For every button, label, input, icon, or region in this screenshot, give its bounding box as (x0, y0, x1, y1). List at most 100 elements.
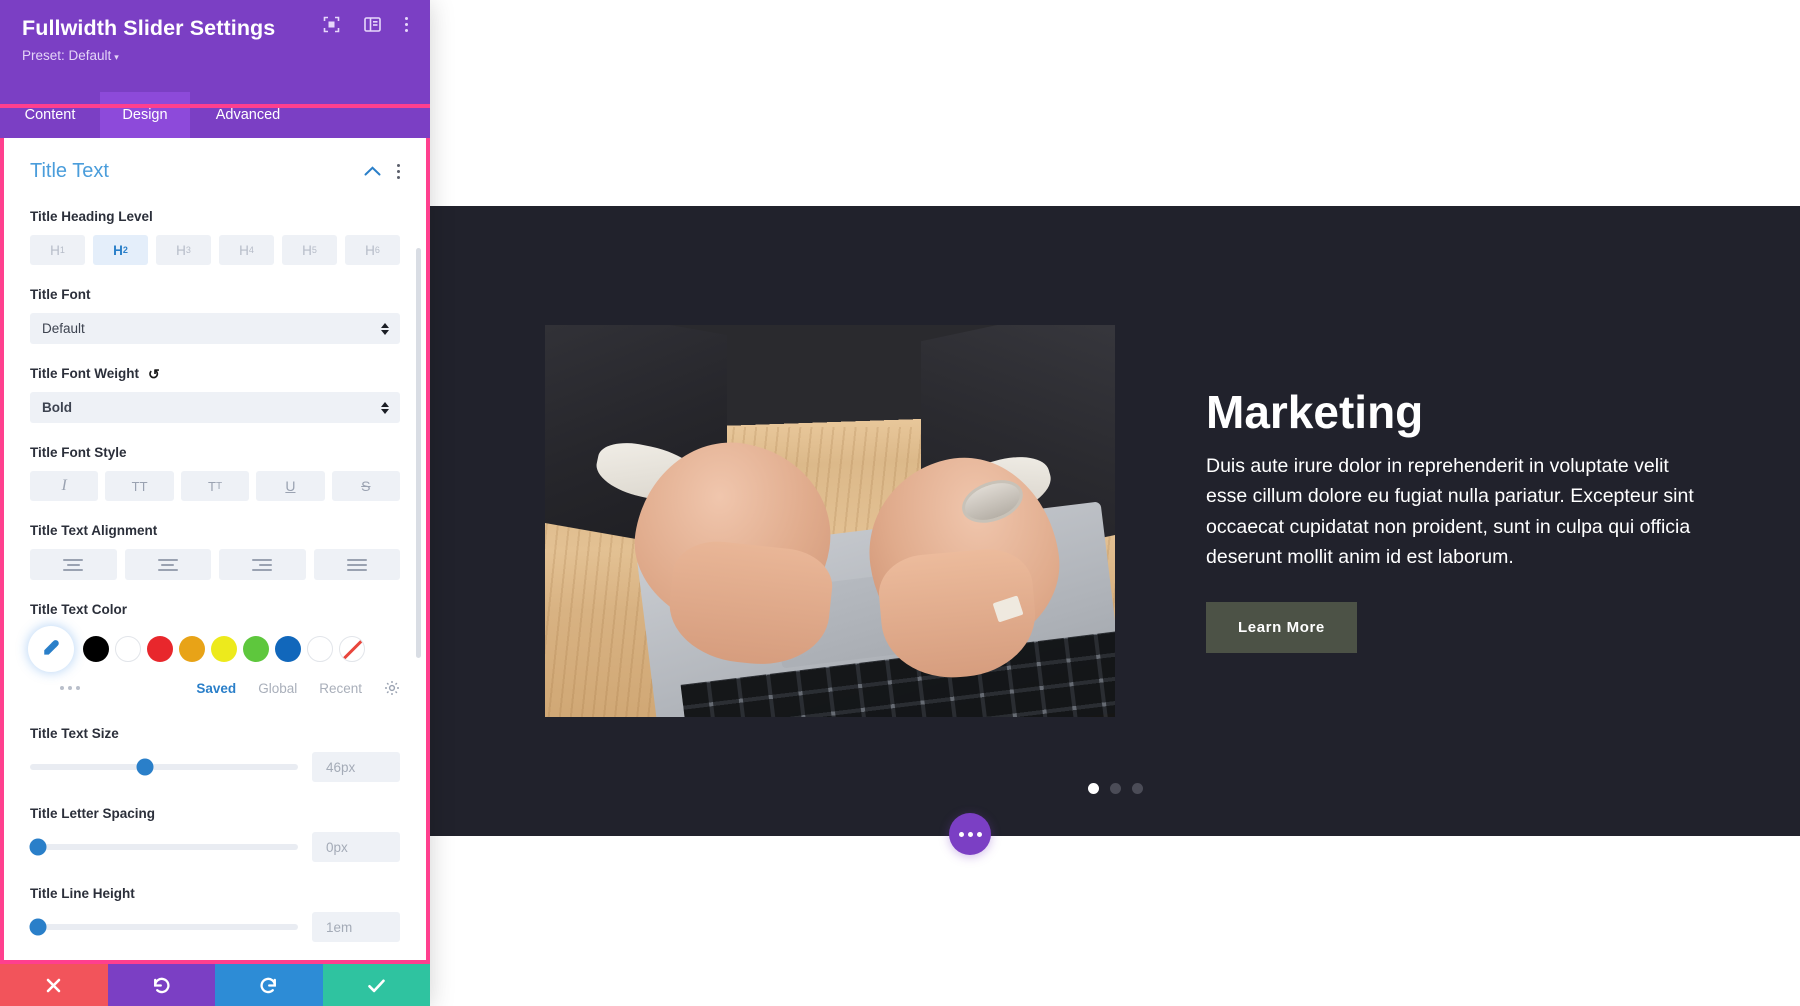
page-settings-fab[interactable] (949, 813, 991, 855)
eyedropper-icon[interactable] (30, 628, 72, 670)
heading-level-h5[interactable]: H5 (282, 235, 337, 265)
color-swatch-green[interactable] (243, 636, 269, 662)
color-swatch-yellow[interactable] (211, 636, 237, 662)
label-title-line-height: Title Line Height (30, 886, 135, 901)
preset-label: Preset: Default (22, 48, 112, 63)
title-text-section-header[interactable]: Title Text (30, 160, 400, 183)
kebab-menu-icon[interactable] (405, 17, 408, 32)
smallcaps-icon[interactable]: TT (180, 471, 250, 501)
slide-description: Duis aute irure dolor in reprehenderit i… (1206, 455, 1694, 568)
color-source-tabs: Saved Global Recent (196, 680, 400, 696)
tab-advanced[interactable]: Advanced (190, 92, 306, 138)
color-swatch-orange[interactable] (179, 636, 205, 662)
label-title-letter-spacing: Title Letter Spacing (30, 806, 156, 821)
color-swatch-blue[interactable] (275, 636, 301, 662)
label-text-title-font-weight: Title Font Weight (30, 366, 139, 381)
slider-pagination-dots[interactable] (430, 783, 1800, 794)
field-title-text-color: Title Text Color Saved Global Recent (30, 602, 400, 696)
learn-more-button[interactable]: Learn More (1206, 601, 1357, 653)
field-title-text-size: Title Text Size 46px (30, 726, 400, 782)
title-letter-spacing-value[interactable]: 0px (312, 832, 400, 862)
slide-text-column: Marketing Duis aute irure dolor in repre… (1150, 389, 1750, 653)
modal-tabs: Content Design Advanced (0, 92, 430, 138)
align-justify-icon[interactable] (313, 549, 400, 580)
title-text-size-knob[interactable] (136, 758, 154, 776)
field-title-text-alignment: Title Text Alignment (30, 523, 400, 580)
heading-level-h2[interactable]: H2 (93, 235, 148, 265)
modal-header: Fullwidth Slider Settings Preset: Defaul… (0, 0, 430, 92)
chevron-up-icon[interactable] (364, 163, 381, 181)
focus-frame-icon[interactable] (323, 16, 340, 33)
undo-button[interactable] (107, 964, 215, 1006)
strikethrough-icon[interactable]: S (331, 471, 401, 501)
title-line-height-knob[interactable] (29, 918, 47, 936)
preset-caret-icon: ▾ (114, 52, 119, 62)
color-swatch-no-color[interactable] (339, 636, 365, 662)
label-title-font-style: Title Font Style (30, 445, 127, 460)
title-letter-spacing-slider[interactable] (29, 838, 298, 856)
section-kebab-menu-icon[interactable] (397, 164, 400, 179)
preset-selector[interactable]: Preset: Default ▾ (22, 48, 408, 63)
color-swatch-red[interactable] (147, 636, 173, 662)
color-tab-recent[interactable]: Recent (319, 681, 362, 696)
modal-footer (0, 960, 430, 1006)
modal-header-icons (323, 16, 408, 33)
gear-icon[interactable] (384, 680, 400, 696)
heading-level-h1[interactable]: H1 (30, 235, 85, 265)
redo-button[interactable] (215, 964, 323, 1006)
slide-title: Marketing (1206, 386, 1424, 439)
color-swatch-black[interactable] (83, 636, 109, 662)
font-style-buttons: I TT TT U S (30, 471, 401, 501)
align-right-icon[interactable] (219, 549, 306, 580)
title-text-size-value[interactable]: 46px (312, 752, 400, 782)
fullwidth-slider-settings-modal: Fullwidth Slider Settings Preset: Defaul… (0, 0, 430, 1006)
fullwidth-slider-preview[interactable]: Marketing Duis aute irure dolor in repre… (430, 206, 1800, 836)
uppercase-icon[interactable]: TT (105, 471, 174, 501)
panel-highlight-border-top (0, 104, 430, 108)
slider-dot-1[interactable] (1087, 783, 1099, 794)
color-swatch-white-2[interactable] (307, 636, 333, 662)
slider-dot-3[interactable] (1131, 783, 1143, 794)
title-font-weight-select[interactable]: Bold (30, 392, 400, 423)
more-dots-icon[interactable] (60, 686, 80, 690)
label-title-font-weight: Title Font Weight ↺ (30, 366, 400, 381)
color-tab-global[interactable]: Global (258, 681, 297, 696)
heading-level-h3[interactable]: H3 (156, 235, 211, 265)
italic-icon[interactable]: I (30, 471, 99, 501)
field-title-font: Title Font Default (30, 287, 400, 344)
label-title-text-alignment: Title Text Alignment (30, 523, 158, 538)
fab-dot-3 (976, 831, 982, 837)
color-swatch-white[interactable] (115, 636, 141, 662)
label-title-heading-level: Title Heading Level (30, 209, 153, 224)
slider-dot-2[interactable] (1109, 783, 1121, 794)
color-swatch-row (30, 628, 400, 670)
text-alignment-buttons (30, 549, 400, 580)
color-meta-row: Saved Global Recent (30, 680, 400, 696)
field-title-heading-level: Title Heading Level H1 H2 H3 H4 H5 H6 (30, 209, 400, 265)
label-title-font: Title Font (30, 287, 91, 302)
field-title-line-height: Title Line Height 1em (29, 886, 400, 942)
save-button[interactable] (322, 964, 430, 1006)
heading-level-h6[interactable]: H6 (345, 235, 400, 265)
slide-image-column (510, 325, 1150, 717)
panel-scrollbar[interactable] (416, 248, 421, 658)
title-letter-spacing-knob[interactable] (29, 838, 47, 856)
title-text-size-slider[interactable] (30, 758, 298, 776)
label-title-text-color: Title Text Color (30, 602, 128, 617)
align-left-icon[interactable] (30, 549, 117, 580)
design-panel-scroll[interactable]: Title Text Title Heading Level H 1 H 2 H… (4, 138, 426, 960)
layout-panel-icon[interactable] (364, 17, 381, 32)
align-center-icon[interactable] (124, 549, 211, 580)
underline-icon[interactable]: U (256, 471, 325, 501)
cancel-button[interactable] (0, 964, 108, 1006)
heading-level-h4[interactable]: H4 (219, 235, 274, 265)
fab-dot-2 (967, 831, 973, 837)
title-line-height-value[interactable]: 1em (312, 912, 400, 942)
field-title-font-weight: Title Font Weight ↺ Bold (30, 366, 400, 423)
tab-content[interactable]: Content (0, 92, 100, 138)
color-tab-saved[interactable]: Saved (196, 681, 236, 696)
reset-icon[interactable]: ↺ (148, 367, 160, 381)
tab-design[interactable]: Design (100, 92, 190, 138)
title-font-select[interactable]: Default (30, 313, 400, 344)
title-line-height-slider[interactable] (29, 918, 298, 936)
